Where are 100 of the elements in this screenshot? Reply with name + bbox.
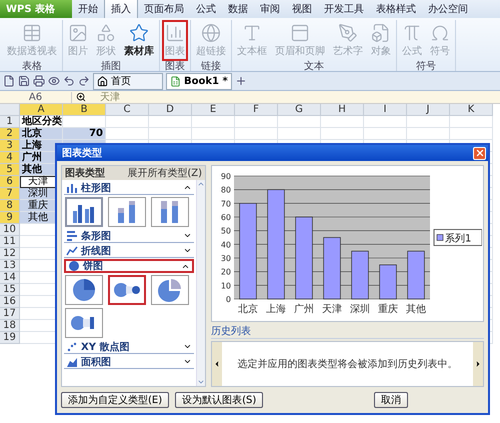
dialog-button[interactable]: 取消 xyxy=(374,392,408,408)
row-header[interactable]: 4 xyxy=(0,152,20,164)
axis-label: 70 xyxy=(220,199,231,208)
ribbon-tab[interactable]: 办公空间 xyxy=(422,0,474,18)
column-header[interactable]: G xyxy=(278,104,321,116)
ribbon-tab[interactable]: 视图 xyxy=(286,0,318,18)
dialog-button[interactable]: 设为默认图表(S) xyxy=(175,392,264,408)
chart-thumbnail[interactable] xyxy=(108,197,146,227)
chart-category[interactable]: 面积图 xyxy=(64,355,194,369)
history-label: 历史列表 xyxy=(211,324,484,339)
chart-thumbnail[interactable] xyxy=(65,275,103,305)
chart-thumbnail[interactable] xyxy=(151,275,189,305)
row-header[interactable]: 14 xyxy=(0,272,20,284)
row-header[interactable]: 17 xyxy=(0,308,20,320)
ribbon-tab[interactable]: 表格样式 xyxy=(370,0,422,18)
chart-category[interactable]: 折线图 xyxy=(64,244,194,258)
column-header[interactable]: H xyxy=(321,104,364,116)
text-icon xyxy=(242,23,262,43)
save-icon[interactable] xyxy=(18,75,30,87)
row-header[interactable]: 16 xyxy=(0,296,20,308)
right-arrow-icon xyxy=(474,360,482,368)
chart-thumbnail[interactable] xyxy=(108,275,146,305)
row-header[interactable]: 12 xyxy=(0,248,20,260)
redo-icon[interactable] xyxy=(78,75,90,87)
column-header[interactable]: D xyxy=(149,104,192,116)
row-header[interactable]: 15 xyxy=(0,284,20,296)
table-cell xyxy=(364,116,407,128)
row-header[interactable]: 2 xyxy=(0,128,20,140)
new-file-icon[interactable] xyxy=(3,75,15,87)
row-header[interactable]: 5 xyxy=(0,164,20,176)
row-header[interactable]: 6 xyxy=(0,176,20,188)
row-header[interactable]: 8 xyxy=(0,200,20,212)
dialog-button[interactable]: 添加为自定义类型(E) xyxy=(61,392,170,408)
chart-category[interactable]: 柱形图 xyxy=(64,181,194,195)
row-header[interactable]: 10 xyxy=(0,224,20,236)
column-header[interactable]: C xyxy=(106,104,149,116)
print-icon[interactable] xyxy=(33,75,45,87)
ribbon-tab[interactable]: 页面布局 xyxy=(138,0,190,18)
close-button[interactable] xyxy=(473,146,486,160)
ribbon-tab[interactable]: 开发工具 xyxy=(318,0,370,18)
chart-category[interactable]: 条形图 xyxy=(64,229,194,243)
axis-label: 北京 xyxy=(238,304,258,315)
bar-chart-icon xyxy=(66,230,78,242)
row-header[interactable]: 18 xyxy=(0,320,20,332)
name-box[interactable]: A6 xyxy=(0,92,72,102)
row-header[interactable]: 7 xyxy=(0,188,20,200)
axis-label: 10 xyxy=(220,281,231,290)
formula-field[interactable]: 天津 xyxy=(90,90,120,104)
column-header[interactable]: F xyxy=(235,104,278,116)
chart-thumbnail[interactable] xyxy=(65,308,103,338)
document-tab[interactable]: 首页 xyxy=(93,72,163,90)
column-header[interactable]: E xyxy=(192,104,235,116)
document-tab[interactable]: Book1 * xyxy=(166,72,232,90)
row-header[interactable]: 3 xyxy=(0,140,20,152)
ribbon-tab[interactable]: 数据 xyxy=(222,0,254,18)
row-header[interactable]: 11 xyxy=(0,236,20,248)
new-tab-icon[interactable] xyxy=(235,75,247,87)
row-header[interactable]: 13 xyxy=(0,260,20,272)
ribbon-tab[interactable]: 插入 xyxy=(104,0,138,18)
column-header[interactable]: A xyxy=(20,104,63,116)
chart-thumbnail[interactable] xyxy=(65,197,103,227)
star-icon xyxy=(129,23,149,43)
chart-category[interactable]: 饼图 xyxy=(64,259,194,273)
column-header[interactable]: I xyxy=(364,104,407,116)
table-cell xyxy=(149,128,192,140)
axis-label: 深圳 xyxy=(350,304,370,315)
column-header[interactable]: J xyxy=(407,104,450,116)
chart-legend: 系列1 xyxy=(434,229,482,246)
ribbon-tab[interactable]: 开始 xyxy=(72,0,104,18)
row-header[interactable]: 1 xyxy=(0,116,20,128)
column-header[interactable]: B xyxy=(63,104,106,116)
header-icon xyxy=(290,23,310,43)
chart-category[interactable]: XY 散点图 xyxy=(64,340,194,354)
group-label: 插图 xyxy=(101,61,121,72)
axis-label: 90 xyxy=(220,172,231,181)
ribbon-button[interactable]: 素材库 xyxy=(121,20,157,61)
preview-icon[interactable] xyxy=(48,75,60,87)
table-cell xyxy=(364,128,407,140)
expand-all-link[interactable]: 展开所有类型(Z) xyxy=(127,166,202,180)
ribbon-tab[interactable]: 审阅 xyxy=(254,0,286,18)
dialog-title: 图表类型 xyxy=(62,146,102,160)
row-header[interactable]: 19 xyxy=(0,332,20,344)
bar-chart-icon xyxy=(165,23,185,43)
panel-title: 图表类型 xyxy=(65,166,105,180)
history-text: 选定并应用的图表类型将会被添加到历史列表中。 xyxy=(236,358,458,372)
undo-icon[interactable] xyxy=(63,75,75,87)
table-cell xyxy=(407,128,450,140)
table-icon xyxy=(22,23,42,43)
group-label: 表格 xyxy=(22,61,42,72)
scrollbar[interactable] xyxy=(196,180,205,386)
column-header[interactable]: K xyxy=(450,104,493,116)
close-icon xyxy=(474,148,484,158)
zoom-icon[interactable] xyxy=(76,92,86,102)
ribbon-tab[interactable]: 公式 xyxy=(190,0,222,18)
axis-label: 上海 xyxy=(266,304,286,315)
table-cell xyxy=(450,116,493,128)
collapse-icon xyxy=(183,183,192,192)
line-chart-icon xyxy=(66,244,78,256)
chart-thumbnail[interactable] xyxy=(151,197,189,227)
row-header[interactable]: 9 xyxy=(0,212,20,224)
